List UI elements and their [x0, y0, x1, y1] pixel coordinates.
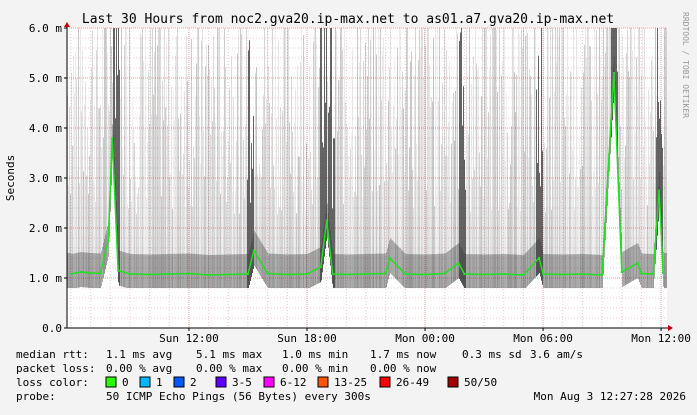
median-rtt-point: [538, 257, 541, 259]
median-rtt-point: [111, 137, 114, 139]
median-rtt-now: 1.7 ms now: [370, 348, 437, 361]
median-rtt-point: [612, 72, 615, 74]
packet-loss-avg: 0.00 % avg: [106, 362, 172, 375]
loss-color-swatch: [263, 376, 275, 388]
median-rtt-point: [388, 257, 391, 259]
median-rtt-point: [365, 273, 367, 275]
median-rtt-point: [502, 273, 505, 275]
median-rtt-point: [99, 272, 102, 275]
median-rtt-point: [652, 273, 655, 275]
loss-color-swatch-label: 3-5: [232, 376, 252, 389]
median-rtt-point: [581, 273, 584, 275]
x-tick-label: Mon 12:00: [631, 332, 691, 345]
loss-color-swatch-label: 13-25: [334, 376, 367, 389]
median-rtt-max: 5.1 ms max: [196, 348, 263, 361]
y-tick-label: 2.0 m: [29, 222, 62, 235]
chart-title: Last 30 Hours from noc2.gva20.ip-max.net…: [82, 12, 614, 27]
packet-loss-max: 0.00 % max: [196, 362, 263, 375]
probe-label: probe:: [16, 390, 56, 403]
chart-svg: Last 30 Hours from noc2.gva20.ip-max.net…: [0, 0, 697, 410]
median-rtt-point: [247, 273, 249, 275]
smokeping-graph: Last 30 Hours from noc2.gva20.ip-max.net…: [0, 0, 697, 410]
median-rtt-label: median rtt:: [16, 348, 89, 361]
x-tick-label: Sun 12:00: [159, 332, 219, 345]
y-tick-label: 6.0 m: [29, 22, 62, 35]
median-rtt-point: [561, 273, 564, 276]
median-rtt-point: [404, 273, 407, 275]
median-rtt-point: [483, 273, 485, 276]
median-rtt-point: [636, 262, 639, 264]
median-rtt-point: [640, 272, 643, 275]
packet-loss-min: 0.00 % min: [282, 362, 348, 375]
median-rtt-point: [331, 273, 334, 275]
median-rtt-point: [463, 273, 466, 275]
x-tick-label: Mon 00:00: [395, 332, 455, 345]
probe-description: 50 ICMP Echo Pings (56 Bytes) every 300s: [106, 390, 371, 403]
median-rtt-point: [306, 273, 308, 275]
x-tick-label: Mon 06:00: [513, 332, 573, 345]
y-tick-label: 0.0: [42, 322, 62, 335]
median-rtt-point: [69, 273, 72, 275]
loss-color-swatch: [215, 376, 227, 388]
loss-color-swatch-label: 2: [190, 376, 197, 389]
loss-color-swatch-label: 6-12: [280, 376, 307, 389]
rrdtool-watermark: RRDTOOL / TOBI OETIKER: [681, 12, 690, 118]
y-tick-label: 4.0 m: [29, 122, 62, 135]
loss-color-swatch: [139, 376, 151, 388]
y-axis-label: Seconds: [4, 155, 17, 201]
median-rtt-point: [117, 269, 120, 272]
loss-color-swatch-label: 50/50: [464, 376, 497, 389]
median-rtt-point: [227, 273, 230, 276]
median-rtt-point: [168, 273, 171, 275]
median-rtt-avg: 1.1 ms avg: [106, 348, 172, 361]
median-rtt-point: [662, 272, 665, 274]
x-tick-label: Sun 18:00: [277, 332, 337, 345]
packet-loss-now: 0.00 % now: [370, 362, 437, 375]
loss-color-swatch-label: 0: [122, 376, 129, 389]
median-rtt-min: 1.0 ms min: [282, 348, 348, 361]
median-rtt-point: [319, 266, 322, 268]
median-rtt-point: [601, 274, 604, 276]
loss-color-swatch: [447, 376, 459, 388]
median-rtt-point: [129, 273, 131, 275]
median-rtt-sd: 0.3 ms sd: [462, 348, 522, 361]
median-rtt-point: [620, 271, 623, 273]
median-rtt-point: [148, 273, 151, 276]
loss-color-swatch: [173, 376, 185, 388]
median-rtt-point: [325, 219, 328, 222]
loss-color-swatch: [105, 376, 117, 388]
packet-loss-label: packet loss:: [16, 362, 95, 375]
probe-timestamp: Mon Aug 3 12:27:28 2026: [534, 390, 686, 403]
median-rtt-point: [522, 274, 525, 276]
median-rtt-point: [542, 273, 545, 275]
median-rtt-point: [207, 274, 210, 276]
median-rtt-point: [252, 249, 255, 252]
loss-color-swatch-label: 1: [156, 376, 163, 389]
median-rtt-point: [286, 273, 289, 276]
median-rtt-point: [443, 272, 446, 275]
y-tick-label: 1.0 m: [29, 272, 62, 285]
median-rtt-point: [107, 239, 110, 242]
median-rtt-point: [266, 272, 269, 275]
loss-color-swatch: [379, 376, 391, 388]
median-rtt-point: [457, 262, 460, 264]
median-rtt-point: [345, 273, 348, 276]
median-rtt-point: [79, 271, 82, 273]
loss-color-label: loss color:: [16, 376, 89, 389]
y-tick-label: 5.0 m: [29, 72, 62, 85]
loss-color-swatch: [317, 376, 329, 388]
median-rtt-point: [188, 272, 190, 275]
median-rtt-am: 3.6 am/s: [530, 348, 583, 361]
median-rtt-point: [658, 189, 661, 192]
y-tick-label: 3.0 m: [29, 172, 62, 185]
median-rtt-point: [424, 273, 426, 276]
loss-color-swatch-label: 26-49: [396, 376, 429, 389]
median-rtt-point: [89, 272, 92, 274]
median-rtt-point: [384, 272, 387, 275]
